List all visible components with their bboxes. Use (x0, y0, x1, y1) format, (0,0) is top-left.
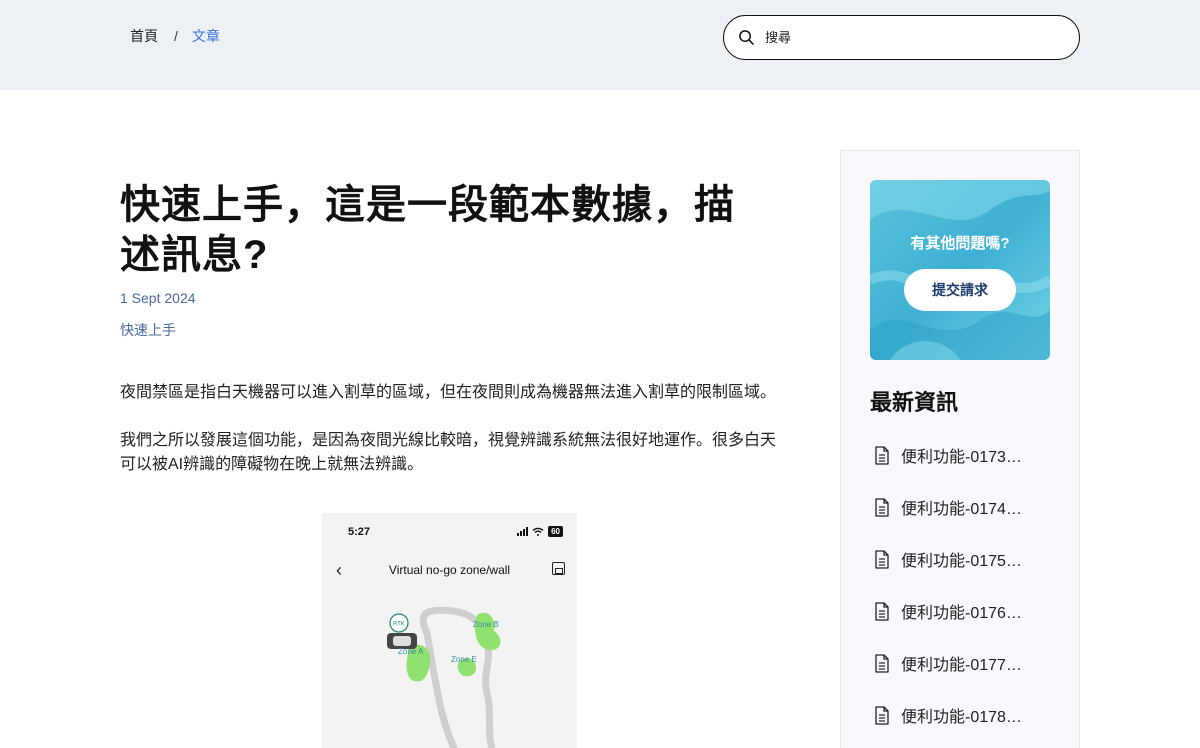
zone-b-label: Zone B (473, 620, 499, 629)
document-icon (875, 602, 889, 621)
news-item[interactable]: 便利功能-0173… (874, 443, 1074, 495)
breadcrumb-articles-link[interactable]: 文章 (192, 26, 220, 46)
mower-body (393, 636, 411, 646)
breadcrumb-separator: / (174, 28, 178, 44)
document-icon (875, 550, 889, 569)
page-title: 快速上手，這是一段範本數據，描述訊息? (120, 183, 735, 277)
top-header: 首頁 / 文章 (0, 0, 1200, 90)
article-paragraph: 夜間禁區是指白天機器可以進入割草的區域，但在夜間則成為機器無法進入割草的限制區域… (120, 384, 777, 401)
news-item[interactable]: 便利功能-0174… (874, 495, 1074, 547)
search-icon (739, 30, 754, 45)
save-icon (552, 562, 565, 575)
sidebar: 有其他問題嗎? 提交請求 最新資訊 便利功能-0173… 便利功能-0174… … (840, 150, 1080, 748)
phone-time: 5:27 (348, 526, 371, 538)
signal-icon (517, 527, 529, 536)
article-category-link[interactable]: 快速上手 (120, 320, 800, 340)
news-item[interactable]: 便利功能-0176… (874, 599, 1074, 651)
lawn-path-outline (423, 629, 458, 748)
document-icon (875, 706, 889, 725)
phone-status-icons: 60 (517, 526, 563, 537)
document-icon (875, 498, 889, 517)
article-date: 1 Sept 2024 (120, 290, 196, 306)
zone-e-label: Zone E (451, 655, 477, 664)
news-item-label[interactable]: 便利功能-0178… (901, 703, 1022, 727)
battery-icon: 60 (548, 526, 563, 537)
news-item-label[interactable]: 便利功能-0176… (901, 599, 1022, 623)
document-icon (875, 654, 889, 673)
news-list: 便利功能-0173… 便利功能-0174… 便利功能-0175… 便利功能-01… (874, 443, 1074, 748)
news-item-label[interactable]: 便利功能-0173… (901, 443, 1022, 467)
promo-question: 有其他問題嗎? (910, 235, 1010, 252)
support-promo-card: 有其他問題嗎? 提交請求 (870, 180, 1050, 360)
news-item-label[interactable]: 便利功能-0177… (901, 651, 1022, 675)
zone-map: RTK Zone A Zone B Zone E (387, 606, 501, 748)
rtk-label: RTK (393, 622, 405, 628)
submit-request-button[interactable]: 提交請求 (904, 269, 1016, 311)
phone-screen-title: Virtual no-go zone/wall (388, 563, 511, 577)
document-icon (875, 446, 889, 465)
zone-b-shape (475, 612, 501, 651)
wifi-icon (532, 527, 544, 536)
app-screenshot-image: 5:27 60 ‹ Virtual no-go zone/wall RTK Zo… (322, 513, 577, 748)
breadcrumb: 首頁 / 文章 (130, 26, 220, 46)
search-box[interactable] (723, 15, 1080, 60)
news-item-label[interactable]: 便利功能-0174… (901, 495, 1022, 519)
news-item[interactable]: 便利功能-0175… (874, 547, 1074, 599)
search-input[interactable] (765, 30, 1055, 45)
latest-news-heading: 最新資訊 (870, 390, 959, 415)
article-header: 快速上手，這是一段範本數據，描述訊息? 1 Sept 2024 快速上手 (120, 180, 800, 340)
article-paragraph: 我們之所以發展這個功能，是因為夜間光線比較暗，視覺辨識系統無法很好地運作。很多白… (120, 432, 777, 473)
zone-a-label: Zone A (398, 647, 424, 656)
breadcrumb-home-link[interactable]: 首頁 (130, 26, 158, 46)
news-item[interactable]: 便利功能-0177… (874, 651, 1074, 703)
news-item[interactable]: 便利功能-0178… (874, 703, 1074, 748)
news-item-label[interactable]: 便利功能-0175… (901, 547, 1022, 571)
